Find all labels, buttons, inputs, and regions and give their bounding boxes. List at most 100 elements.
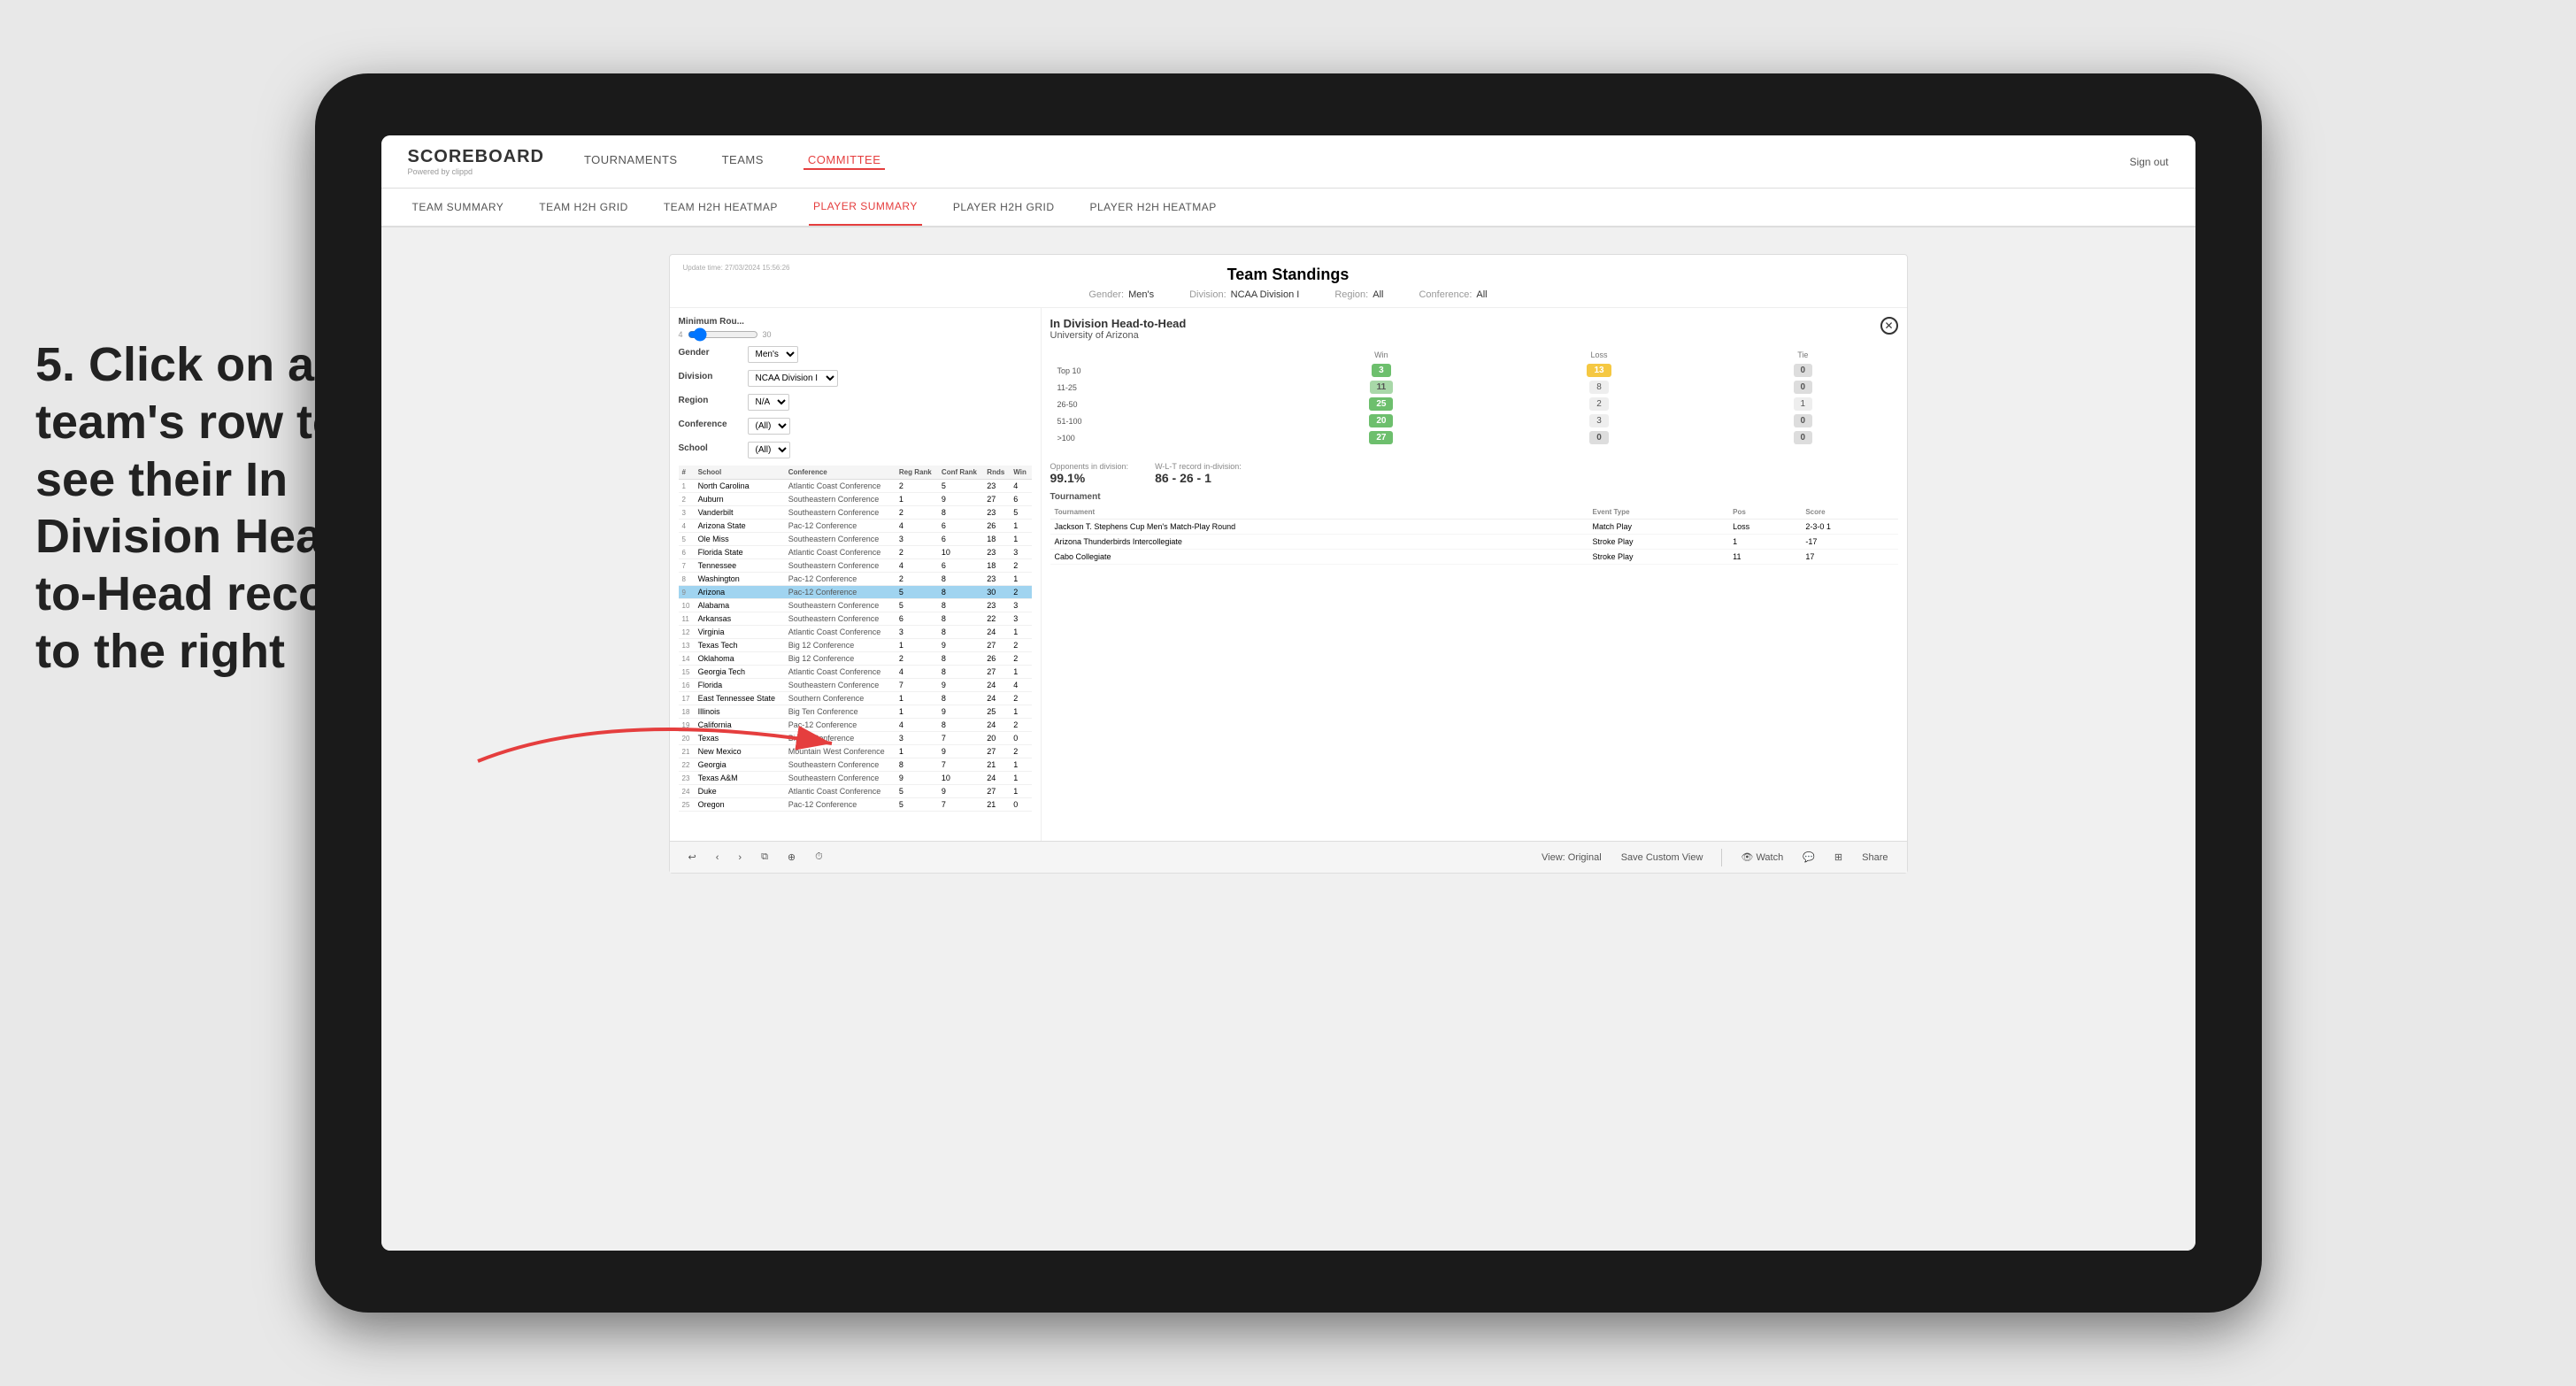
team-wins: 1 — [1010, 666, 1031, 679]
min-rounds-label: Minimum Rou... — [679, 317, 1032, 327]
team-conf-rank: 8 — [938, 652, 983, 666]
team-row[interactable]: 10 Alabama Southeastern Conference 5 8 2… — [679, 599, 1032, 612]
team-rank: 10 — [679, 599, 695, 612]
view-original-button[interactable]: View: Original — [1536, 851, 1607, 865]
school-filter-select[interactable]: (All) — [748, 442, 790, 458]
undo-button[interactable]: ↩ — [683, 850, 702, 865]
conference-value: All — [1476, 289, 1487, 300]
tourn-name-2: Arizona Thunderbirds Intercollegiate — [1050, 535, 1588, 550]
team-rank: 9 — [679, 586, 695, 599]
h2h-tie-col: Tie — [1708, 348, 1897, 362]
team-wins: 4 — [1010, 480, 1031, 493]
save-custom-button[interactable]: Save Custom View — [1616, 851, 1709, 865]
h2h-win-51100: 20 — [1273, 412, 1490, 429]
team-row[interactable]: 5 Ole Miss Southeastern Conference 3 6 1… — [679, 533, 1032, 546]
team-conference: Southeastern Conference — [785, 559, 896, 573]
gender-label: Gender: — [1088, 289, 1124, 300]
team-name: Arizona State — [695, 520, 785, 533]
team-row[interactable]: 14 Oklahoma Big 12 Conference 2 8 26 2 — [679, 652, 1032, 666]
sub-nav-team-summary[interactable]: TEAM SUMMARY — [408, 189, 509, 226]
h2h-loss-gt100: 0 — [1490, 429, 1708, 446]
min-rounds-control: 4 30 — [679, 330, 1032, 339]
team-row[interactable]: 2 Auburn Southeastern Conference 1 9 27 … — [679, 493, 1032, 506]
h2h-header: In Division Head-to-Head University of A… — [1050, 317, 1898, 341]
min-rounds-max-label: 30 — [763, 330, 772, 339]
h2h-grid-table: Win Loss Tie Top 10 3 13 0 — [1050, 348, 1898, 446]
sub-nav-player-h2h-heatmap[interactable]: PLAYER H2H HEATMAP — [1086, 189, 1221, 226]
team-row[interactable]: 8 Washington Pac-12 Conference 2 8 23 1 — [679, 573, 1032, 586]
h2h-stats-row: Opponents in division: 99.1% W-L-T recor… — [1050, 462, 1898, 485]
team-rnds: 24 — [983, 679, 1010, 692]
comment-button[interactable]: 💬 — [1797, 850, 1820, 865]
team-name: Oregon — [695, 798, 785, 812]
team-row[interactable]: 4 Arizona State Pac-12 Conference 4 6 26… — [679, 520, 1032, 533]
nav-teams[interactable]: TEAMS — [718, 153, 768, 170]
tourn-name-1: Jackson T. Stephens Cup Men's Match-Play… — [1050, 520, 1588, 535]
team-reg-rank: 4 — [896, 719, 938, 732]
close-button[interactable]: ✕ — [1880, 317, 1898, 335]
time-button[interactable]: ⏱ — [810, 850, 828, 865]
team-wins: 2 — [1010, 559, 1031, 573]
paste-button[interactable]: ⊕ — [782, 850, 801, 865]
h2h-win-top10: 3 — [1273, 362, 1490, 379]
team-rank: 5 — [679, 533, 695, 546]
sub-nav-team-h2h-grid[interactable]: TEAM H2H GRID — [534, 189, 633, 226]
meta-gender: Gender: Men's — [1088, 289, 1154, 300]
team-conf-rank: 7 — [938, 758, 983, 772]
min-rounds-slider[interactable] — [688, 331, 758, 338]
team-conference: Atlantic Coast Conference — [785, 546, 896, 559]
team-conference: Atlantic Coast Conference — [785, 666, 896, 679]
team-row[interactable]: 25 Oregon Pac-12 Conference 5 7 21 0 — [679, 798, 1032, 812]
team-conf-rank: 9 — [938, 639, 983, 652]
team-rnds: 24 — [983, 719, 1010, 732]
team-wins: 3 — [1010, 599, 1031, 612]
team-name: North Carolina — [695, 480, 785, 493]
gender-filter-select[interactable]: Men's — [748, 346, 798, 363]
team-row[interactable]: 15 Georgia Tech Atlantic Coast Conferenc… — [679, 666, 1032, 679]
team-row[interactable]: 12 Virginia Atlantic Coast Conference 3 … — [679, 626, 1032, 639]
team-wins: 1 — [1010, 573, 1031, 586]
nav-tournaments[interactable]: TOURNAMENTS — [580, 153, 682, 170]
division-label: Division: — [1189, 289, 1226, 300]
forward-button[interactable]: › — [733, 851, 747, 865]
team-name: Georgia Tech — [695, 666, 785, 679]
team-name: Arizona — [695, 586, 785, 599]
sub-nav: TEAM SUMMARY TEAM H2H GRID TEAM H2H HEAT… — [381, 189, 2195, 227]
team-row[interactable]: 11 Arkansas Southeastern Conference 6 8 … — [679, 612, 1032, 626]
team-wins: 2 — [1010, 652, 1031, 666]
team-reg-rank: 2 — [896, 546, 938, 559]
copy-button[interactable]: ⧉ — [756, 850, 773, 865]
opponents-label: Opponents in division: — [1050, 462, 1129, 471]
division-filter-row: Division NCAA Division I — [679, 370, 1032, 387]
team-row[interactable]: 1 North Carolina Atlantic Coast Conferen… — [679, 480, 1032, 493]
sub-nav-player-h2h-grid[interactable]: PLAYER H2H GRID — [949, 189, 1059, 226]
team-row[interactable]: 9 Arizona Pac-12 Conference 5 8 30 2 — [679, 586, 1032, 599]
team-name: Arkansas — [695, 612, 785, 626]
tournament-table-header: Tournament Event Type Pos Score — [1050, 505, 1898, 520]
nav-committee[interactable]: COMMITTEE — [804, 153, 886, 170]
h2h-range-top10: Top 10 — [1050, 362, 1273, 379]
team-row[interactable]: 6 Florida State Atlantic Coast Conferenc… — [679, 546, 1032, 559]
h2h-tie-2650: 1 — [1708, 396, 1897, 412]
tourn-row-1: Jackson T. Stephens Cup Men's Match-Play… — [1050, 520, 1898, 535]
conference-filter-select[interactable]: (All) — [748, 418, 790, 435]
grid-button[interactable]: ⊞ — [1829, 850, 1848, 865]
team-row[interactable]: 3 Vanderbilt Southeastern Conference 2 8… — [679, 506, 1032, 520]
region-filter-select[interactable]: N/A — [748, 394, 789, 411]
team-row[interactable]: 13 Texas Tech Big 12 Conference 1 9 27 2 — [679, 639, 1032, 652]
team-reg-rank: 2 — [896, 652, 938, 666]
team-row[interactable]: 7 Tennessee Southeastern Conference 4 6 … — [679, 559, 1032, 573]
back-button[interactable]: ‹ — [711, 851, 725, 865]
division-filter-select[interactable]: NCAA Division I — [748, 370, 838, 387]
team-conf-rank: 9 — [938, 745, 983, 758]
sub-nav-team-h2h-heatmap[interactable]: TEAM H2H HEATMAP — [659, 189, 782, 226]
team-conference: Pac-12 Conference — [785, 586, 896, 599]
h2h-range-51100: 51-100 — [1050, 412, 1273, 429]
team-rnds: 30 — [983, 586, 1010, 599]
team-conf-rank: 8 — [938, 666, 983, 679]
share-button[interactable]: Share — [1857, 851, 1893, 865]
sign-out-button[interactable]: Sign out — [2129, 156, 2168, 168]
sub-nav-player-summary[interactable]: PLAYER SUMMARY — [809, 189, 922, 226]
watch-button[interactable]: 👁 Watch — [1735, 850, 1788, 865]
team-conf-rank: 8 — [938, 506, 983, 520]
